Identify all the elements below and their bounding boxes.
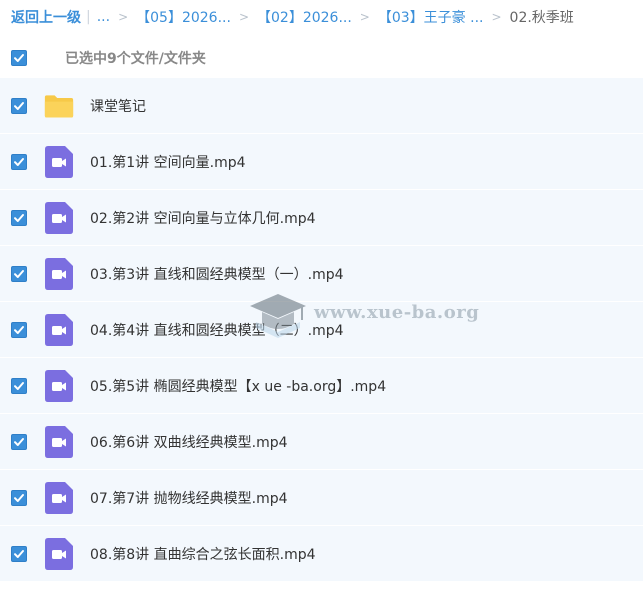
list-item[interactable]: 07.第7讲 抛物线经典模型.mp4 [0, 470, 643, 526]
list-item[interactable]: 05.第5讲 椭圆经典模型【x ue -ba.org】.mp4 [0, 358, 643, 414]
file-name[interactable]: 03.第3讲 直线和圆经典模型（一）.mp4 [90, 264, 344, 284]
check-icon [14, 325, 24, 334]
check-icon [14, 549, 24, 558]
list-item[interactable]: 01.第1讲 空间向量.mp4 [0, 134, 643, 190]
file-name[interactable]: 05.第5讲 椭圆经典模型【x ue -ba.org】.mp4 [90, 376, 386, 396]
file-name[interactable]: 08.第8讲 直曲综合之弦长面积.mp4 [90, 544, 316, 564]
breadcrumb-item-2[interactable]: 【02】2026... [257, 7, 352, 27]
breadcrumb-divider: | [86, 9, 91, 25]
list-item[interactable]: 08.第8讲 直曲综合之弦长面积.mp4 [0, 526, 643, 582]
item-checkbox[interactable] [11, 433, 27, 450]
chevron-right-icon: > [491, 10, 502, 24]
back-link[interactable]: 返回上一级 [11, 7, 81, 27]
file-list: 课堂笔记 01.第1讲 空间向量.mp4 02.第2讲 空间向量与立体几何.mp… [0, 78, 643, 582]
list-item[interactable]: 03.第3讲 直线和圆经典模型（一）.mp4 [0, 246, 643, 302]
file-browser: 返回上一级 | ... > 【05】2026... > 【02】2026... … [0, 0, 643, 593]
chevron-right-icon: > [238, 10, 249, 24]
video-file-icon [44, 537, 74, 570]
check-icon [14, 213, 24, 222]
file-name[interactable]: 02.第2讲 空间向量与立体几何.mp4 [90, 208, 316, 228]
check-icon [14, 381, 24, 390]
breadcrumb-item-1[interactable]: 【05】2026... [136, 7, 231, 27]
file-name[interactable]: 01.第1讲 空间向量.mp4 [90, 152, 246, 172]
video-file-icon [44, 369, 74, 402]
breadcrumb-ellipsis[interactable]: ... [97, 9, 110, 25]
chevron-right-icon: > [359, 10, 370, 24]
selection-header: 已选中9个文件/文件夹 [0, 40, 643, 76]
video-file-icon [44, 481, 74, 514]
breadcrumb: 返回上一级 | ... > 【05】2026... > 【02】2026... … [0, 0, 643, 34]
list-item[interactable]: 04.第4讲 直线和圆经典模型（二）.mp4 [0, 302, 643, 358]
file-name[interactable]: 课堂笔记 [90, 96, 146, 116]
item-checkbox[interactable] [11, 209, 27, 226]
check-icon [14, 269, 24, 278]
chevron-right-icon: > [118, 10, 129, 24]
item-checkbox[interactable] [11, 97, 27, 114]
video-file-icon [44, 145, 74, 178]
list-item[interactable]: 课堂笔记 [0, 78, 643, 134]
item-checkbox[interactable] [11, 153, 27, 170]
item-checkbox[interactable] [11, 321, 27, 338]
check-icon [14, 54, 24, 62]
file-name[interactable]: 07.第7讲 抛物线经典模型.mp4 [90, 488, 288, 508]
video-file-icon [44, 425, 74, 458]
check-icon [14, 493, 24, 502]
file-name[interactable]: 06.第6讲 双曲线经典模型.mp4 [90, 432, 288, 452]
folder-icon [44, 90, 74, 122]
item-checkbox[interactable] [11, 489, 27, 506]
file-name[interactable]: 04.第4讲 直线和圆经典模型（二）.mp4 [90, 320, 344, 340]
list-item[interactable]: 06.第6讲 双曲线经典模型.mp4 [0, 414, 643, 470]
breadcrumb-current: 02.秋季班 [509, 10, 574, 26]
item-checkbox[interactable] [11, 545, 27, 562]
list-item[interactable]: 02.第2讲 空间向量与立体几何.mp4 [0, 190, 643, 246]
video-file-icon [44, 201, 74, 234]
selection-count-label: 已选中9个文件/文件夹 [65, 51, 206, 67]
breadcrumb-item-3[interactable]: 【03】王子豪 ... [378, 7, 484, 27]
item-checkbox[interactable] [11, 265, 27, 282]
check-icon [14, 101, 24, 110]
item-checkbox[interactable] [11, 377, 27, 394]
video-file-icon [44, 313, 74, 346]
select-all-checkbox[interactable] [11, 50, 27, 66]
check-icon [14, 157, 24, 166]
check-icon [14, 437, 24, 446]
video-file-icon [44, 257, 74, 290]
